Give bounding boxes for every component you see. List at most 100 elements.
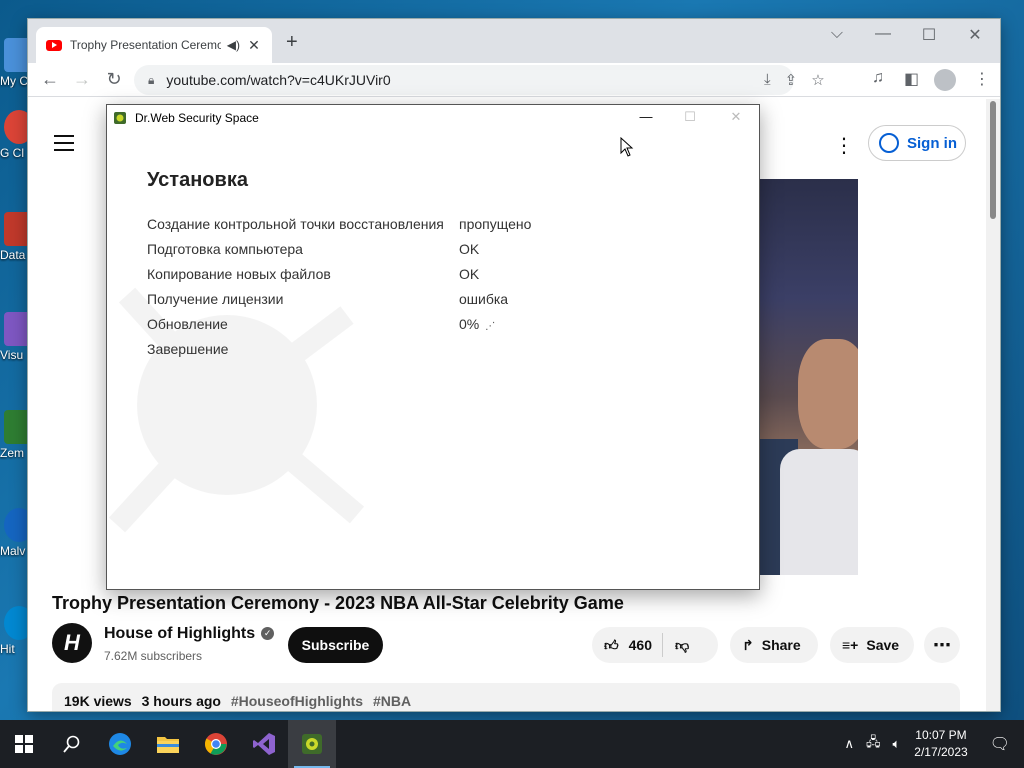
taskbar-chrome[interactable] [192,720,240,768]
subscribe-button[interactable]: Subscribe [288,627,383,663]
side-panel-icon[interactable]: ◧ [904,69,919,89]
video-title: Trophy Presentation Ceremony - 2023 NBA … [52,593,624,613]
browser-tab[interactable]: Trophy Presentation Ceremony - 2023 NBA … [36,27,272,63]
minimize-button[interactable]: — [860,25,906,43]
media-control-icon[interactable]: ♫ [872,69,884,87]
windows-logo-icon [15,735,33,753]
clock-time: 10:07 PM [915,728,967,742]
more-options-icon[interactable]: ⋮ [834,133,854,158]
chrome-icon [205,733,227,755]
dialog-maximize-button: ☐ [684,109,696,124]
tab-search-icon[interactable]: ⌵ [814,25,860,43]
browser-toolbar: ← → ↻ 🔒︎ youtube.com/watch?v=c4UKrJUVir0… [28,63,1000,97]
hashtag[interactable]: #NBA [373,693,411,709]
dislike-button[interactable]: 👎︎ [663,637,701,654]
url-text: youtube.com/watch?v=c4UKrJUVir0 [166,72,391,88]
save-button[interactable]: ≡+ Save [830,627,914,663]
edge-icon [109,733,131,755]
video-player[interactable] [758,179,858,575]
taskbar-visual-studio[interactable] [240,720,288,768]
channel-name[interactable]: House of Highlights [104,625,255,642]
hamburger-menu-icon[interactable] [54,135,74,156]
network-icon[interactable]: 🖧︎ [866,733,881,755]
tab-strip: Trophy Presentation Ceremony - 2023 NBA … [28,19,1000,63]
like-dislike-group: 👍︎ 460 👎︎ [592,627,718,663]
dialog-minimize-button[interactable]: — [623,109,669,124]
step-status: OK [459,266,480,282]
loading-spinner-icon: ⋰ [485,321,496,332]
start-button[interactable] [0,720,48,768]
step-status: пропущено [459,216,532,232]
thumbs-up-icon: 👍︎ [604,636,619,653]
step-label: Копирование новых файлов [147,266,331,282]
back-button[interactable]: ← [34,69,66,90]
address-bar[interactable]: 🔒︎ youtube.com/watch?v=c4UKrJUVir0 [134,65,794,95]
thumbs-down-icon: 👎︎ [675,636,690,653]
close-button[interactable]: ✕ [952,25,998,45]
clock[interactable]: 10:07 PM 2/17/2023 [914,727,967,761]
omnibox-actions: ⤓ ⇪ ☆ [764,71,825,89]
maximize-button[interactable]: ☐ [906,25,952,45]
step-label: Получение лицензии [147,291,284,307]
step-status: 0% [459,316,480,332]
speaker-icon[interactable]: ◀) [227,38,240,52]
channel-avatar[interactable]: H [52,623,92,663]
view-count: 19K views [64,693,132,709]
subscriber-count: 7.62M subscribers [104,649,203,663]
install-heading: Установка [147,169,248,191]
install-app-icon[interactable]: ⤓ [764,71,771,89]
taskbar: ∧ 🖧︎ 🔈︎ 10:07 PM 2/17/2023 🗨︎ [0,720,1024,768]
taskbar-edge[interactable] [96,720,144,768]
description-box[interactable]: 19K views 3 hours ago #HouseofHighlights… [52,683,960,711]
step-label: Обновление [147,316,228,332]
show-hidden-icons-icon[interactable]: ∧ [844,736,854,752]
page-scrollbar[interactable] [986,99,1000,711]
save-label: Save [866,637,900,653]
folder-icon [157,737,179,753]
dialog-close-button: ✕ [730,109,742,124]
account-icon [879,133,899,153]
search-button[interactable] [48,720,96,768]
upload-time: 3 hours ago [141,693,221,709]
hashtag[interactable]: #HouseofHighlights [231,693,363,709]
tab-close-icon[interactable]: ✕ [246,37,262,54]
search-icon [63,735,80,753]
volume-icon[interactable]: 🔈︎ [892,736,900,752]
youtube-favicon-icon [46,39,62,51]
forward-button[interactable]: → [66,69,98,90]
share-button[interactable]: ↱ Share [730,627,818,663]
step-label: Подготовка компьютера [147,241,303,257]
step-status: OK [459,241,480,257]
sign-in-label: Sign in [907,134,957,152]
profile-avatar[interactable] [934,69,956,96]
drweb-spider-icon [302,734,322,754]
share-page-icon[interactable]: ⇪ [785,71,798,89]
step-label: Создание контрольной точки восстановлени… [147,216,444,232]
playlist-add-icon: ≡+ [842,637,859,653]
bookmark-star-icon[interactable]: ☆ [811,71,824,89]
dialog-title: Dr.Web Security Space [135,111,259,125]
like-count: 460 [628,637,652,653]
share-label: Share [761,637,801,653]
drweb-installer-dialog: Dr.Web Security Space — ☐ ✕ Установка Со… [106,104,760,590]
step-status: ошибка [459,291,509,307]
verified-check-icon: ✓ [261,627,275,641]
system-tray: ∧ 🖧︎ 🔈︎ 10:07 PM 2/17/2023 🗨︎ [838,720,1024,768]
step-status-row: 0% ⋰ [459,316,495,332]
tab-title: Trophy Presentation Ceremony - 2023 NBA … [70,38,221,52]
chrome-menu-icon[interactable]: ⋮ [974,69,990,89]
taskbar-drweb[interactable] [288,720,336,768]
notifications-icon[interactable]: 🗨︎ [990,734,1010,754]
mouse-cursor-icon [620,137,634,157]
like-button[interactable]: 👍︎ 460 [592,633,663,657]
taskbar-file-explorer[interactable] [144,720,192,768]
drweb-spider-icon [114,112,126,124]
reload-button[interactable]: ↻ [98,69,130,90]
sign-in-button[interactable]: Sign in [868,125,966,161]
channel-name-row[interactable]: House of Highlights ✓ [104,625,275,643]
lock-icon[interactable]: 🔒︎ [148,73,154,88]
new-tab-button[interactable]: + [286,31,298,54]
step-label: Завершение [147,341,229,357]
more-actions-button[interactable]: ⋯ [924,627,960,663]
scroll-thumb[interactable] [990,101,996,219]
